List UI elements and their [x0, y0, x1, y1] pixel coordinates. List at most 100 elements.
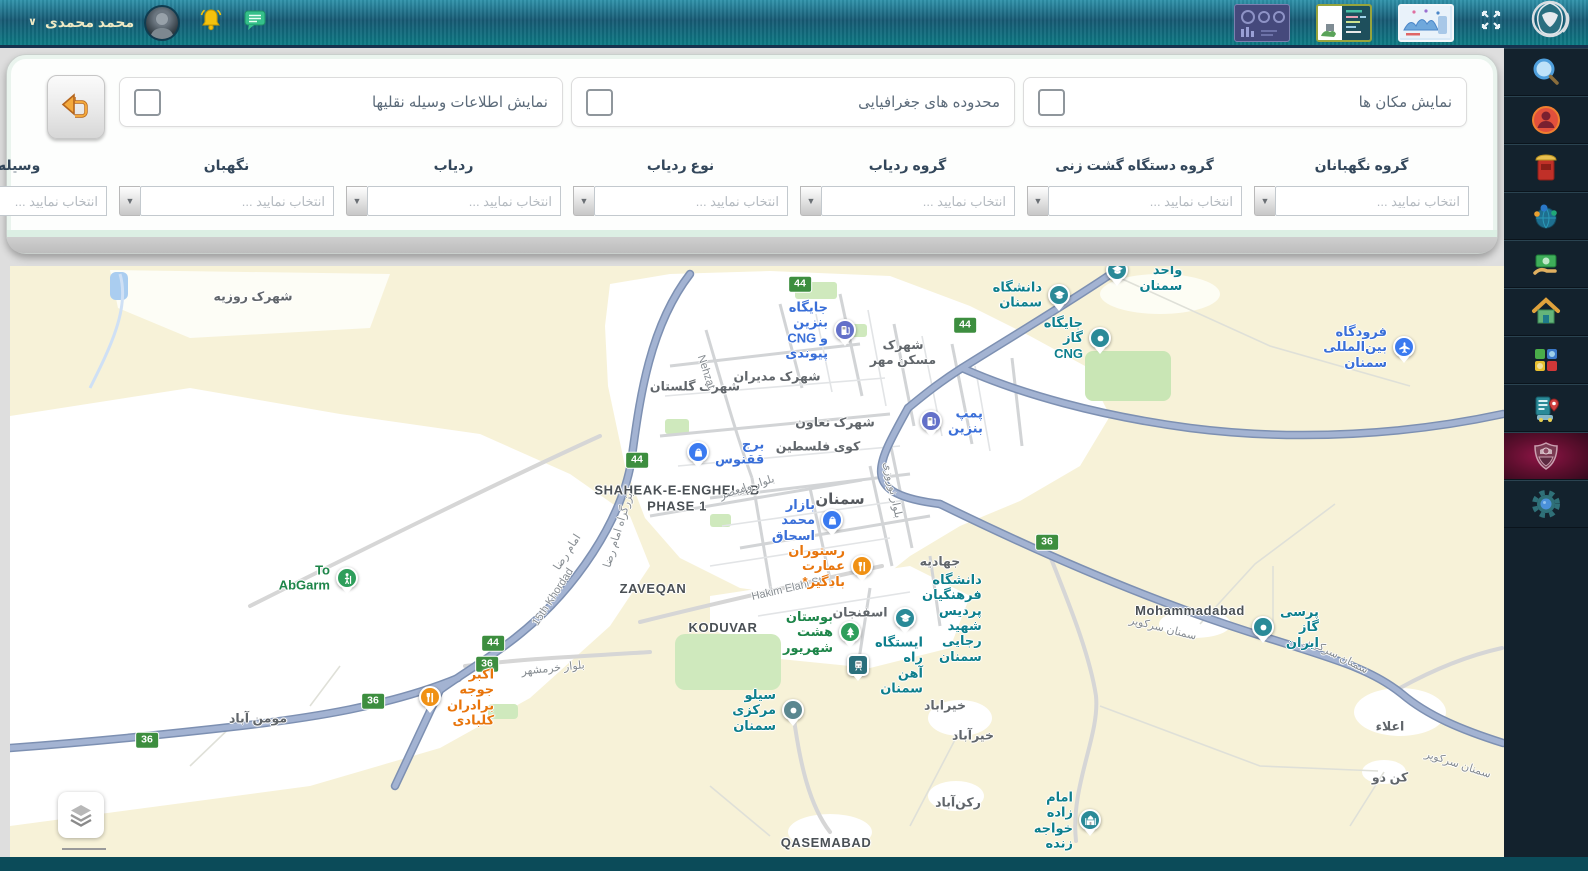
back-button[interactable] [47, 75, 105, 139]
graduation-icon [899, 612, 912, 625]
chart-window-thumbnail[interactable] [1398, 4, 1454, 42]
sidebar-item-profile[interactable] [1504, 96, 1588, 144]
select-group-vehicle: وسیله نقلیه ▼ [0, 157, 107, 216]
filter-select-row: گروه نگهبانان ▼ گروه دستگاه گشت زنی ▼ گر… [35, 157, 1469, 216]
sidebar-item-settings[interactable] [1504, 480, 1588, 528]
patrol-tracking-icon [1529, 391, 1563, 425]
chevron-down-icon[interactable]: ▼ [1027, 186, 1048, 216]
checkbox-label: محدوده های جغرافیایی [858, 93, 1000, 111]
map-canvas[interactable]: شهرک روزیه شهرک گلستان شهرک مدیران شهرک … [10, 266, 1504, 857]
sidebar-item-mailbox[interactable] [1504, 144, 1588, 192]
person-silhouette-icon [146, 7, 178, 39]
messages-chat-icon[interactable] [242, 7, 268, 38]
select-label: نوع ردیاب [647, 157, 714, 174]
checkbox-box-vehicle-info: نمایش اطلاعات وسیله نقلیها [119, 77, 563, 127]
dot-icon [1257, 621, 1270, 634]
show-places-checkbox[interactable] [1038, 89, 1065, 116]
sidebar-item-home[interactable] [1504, 288, 1588, 336]
notifications-bell-icon[interactable] [198, 7, 224, 38]
select-label: نگهبان [204, 157, 250, 174]
patrol-device-group-select[interactable] [1048, 186, 1242, 216]
panel-bottom-edge [7, 237, 1497, 253]
checkbox-label: نمایش اطلاعات وسیله نقلیها [372, 93, 548, 111]
select-group-guard-group: گروه نگهبانان ▼ [1254, 157, 1469, 216]
tracker-select[interactable] [367, 186, 561, 216]
checkbox-label: نمایش مکان ها [1359, 93, 1452, 111]
geo-zones-checkbox[interactable] [586, 89, 613, 116]
tracker-group-select[interactable] [821, 186, 1015, 216]
checkbox-box-geo-zones: محدوده های جغرافیایی [571, 77, 1015, 127]
police-shield-icon [1529, 439, 1563, 473]
map-layers-button[interactable] [58, 792, 104, 838]
brand-shield-logo [1528, 0, 1572, 46]
restaurant-icon [856, 560, 869, 573]
fullscreen-expand-icon[interactable] [1480, 9, 1502, 36]
user-menu[interactable]: ∨ محمد محمدی [28, 14, 134, 31]
shopping-bag-icon [826, 514, 839, 527]
restaurant-icon [424, 691, 437, 704]
fuel-icon [925, 415, 938, 428]
avatar[interactable] [144, 5, 180, 41]
select-group-patrol-device-group: گروه دستگاه گشت زنی ▼ [1027, 157, 1242, 216]
layer-checkbox-row: نمایش مکان ها محدوده های جغرافیایی نمایش… [119, 77, 1467, 127]
vehicle-info-checkbox[interactable] [134, 89, 161, 116]
guard-group-select[interactable] [1275, 186, 1469, 216]
app-window: ∨ محمد محمدی [0, 0, 1588, 871]
dot-icon [787, 704, 800, 717]
home-icon [1529, 295, 1563, 329]
select-group-tracker-group: گروه ردیاب ▼ [800, 157, 1015, 216]
select-label: گروه نگهبانان [1315, 157, 1409, 174]
chevron-down-icon[interactable]: ▼ [346, 186, 367, 216]
plane-icon [1398, 341, 1411, 354]
filters-panel: نمایش مکان ها محدوده های جغرافیایی نمایش… [6, 54, 1498, 254]
select-group-guard: نگهبان ▼ [119, 157, 334, 216]
panel-bottom-mint-strip [7, 230, 1497, 237]
graduation-icon [1053, 289, 1066, 302]
chevron-down-icon[interactable]: ▼ [1254, 186, 1275, 216]
select-label: گروه دستگاه گشت زنی [1055, 157, 1214, 174]
vehicle-select[interactable] [0, 186, 107, 216]
chevron-down-icon: ∨ [28, 15, 37, 28]
globe-users-icon [1529, 199, 1563, 233]
shopping-bag-icon [692, 446, 705, 459]
chevron-down-icon[interactable]: ▼ [119, 186, 140, 216]
tracker-type-select[interactable] [594, 186, 788, 216]
sidebar-item-search[interactable] [1504, 48, 1588, 96]
select-label: ردیاب [434, 157, 474, 174]
tree-icon [844, 626, 857, 639]
user-icon [1529, 103, 1563, 137]
dot-icon [1094, 332, 1107, 345]
checkbox-box-show-places: نمایش مکان ها [1023, 77, 1467, 127]
select-label: گروه ردیاب [869, 157, 947, 174]
mailbox-icon [1529, 151, 1563, 185]
sidebar-item-global-users[interactable] [1504, 192, 1588, 240]
sidebar-item-payments[interactable] [1504, 240, 1588, 288]
train-icon [852, 659, 865, 672]
sidebar-item-patrol-tracking[interactable] [1504, 384, 1588, 432]
layers-icon [67, 801, 95, 829]
search-icon [1529, 55, 1563, 89]
select-label: وسیله نقلیه [0, 157, 40, 174]
fuel-icon [839, 324, 852, 337]
right-icon-sidebar [1504, 48, 1588, 857]
apps-grid-icon [1529, 343, 1563, 377]
user-name: محمد محمدی [45, 14, 134, 31]
sidebar-item-guard-shield-active[interactable] [1504, 432, 1588, 480]
chevron-down-icon[interactable]: ▼ [800, 186, 821, 216]
mosque-icon [1084, 814, 1097, 827]
map-base-layer [10, 266, 1504, 857]
guard-select[interactable] [140, 186, 334, 216]
map-scale-bar [62, 848, 106, 850]
select-group-tracker-type: نوع ردیاب ▼ [573, 157, 788, 216]
select-group-tracker: ردیاب ▼ [346, 157, 561, 216]
back-arrow-icon [59, 90, 93, 124]
hiker-icon [341, 572, 354, 585]
bottom-status-strip [0, 857, 1588, 871]
gear-icon [1529, 487, 1563, 521]
money-hand-icon [1529, 247, 1563, 281]
chevron-down-icon[interactable]: ▼ [573, 186, 594, 216]
dashboard-window-thumbnail[interactable] [1234, 4, 1290, 42]
sidebar-item-modules[interactable] [1504, 336, 1588, 384]
graduation-icon [1111, 266, 1124, 277]
pages-window-thumbnail-selected[interactable] [1316, 4, 1372, 42]
